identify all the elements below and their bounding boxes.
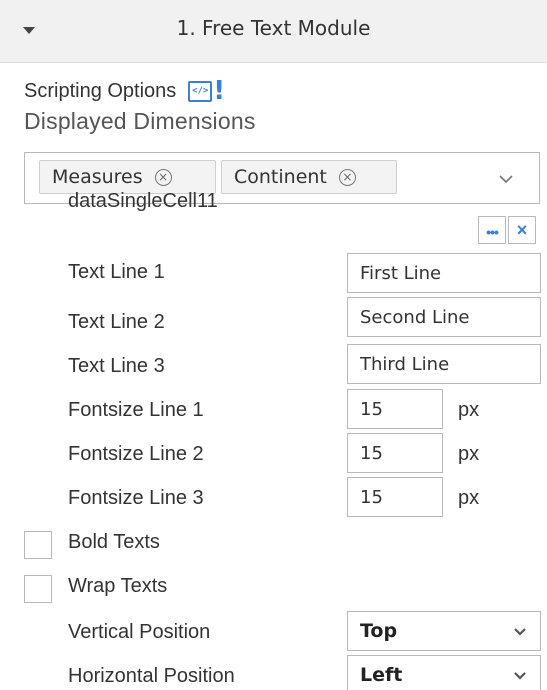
- text-line-2-label: Text Line 2: [68, 311, 165, 333]
- displayed-dimensions-title: Displayed Dimensions: [24, 108, 256, 134]
- fontsize-line-1-label: Fontsize Line 1: [68, 399, 204, 421]
- token-measures: Measures ×: [39, 160, 216, 194]
- text-line-2-input[interactable]: [347, 297, 541, 337]
- remove-token-icon[interactable]: ×: [154, 168, 172, 186]
- fontsize-line-1-unit: px: [458, 399, 480, 421]
- chevron-down-icon: [512, 624, 528, 640]
- properties-panel: 1. Free Text Module Scripting Options </…: [0, 0, 547, 690]
- scripting-options-label: Scripting Options: [24, 79, 177, 102]
- code-glyph: </>: [188, 81, 213, 102]
- text-line-3-input[interactable]: [347, 344, 541, 384]
- text-line-3-label: Text Line 3: [68, 355, 165, 377]
- horizontal-position-select[interactable]: Left: [347, 655, 541, 690]
- vertical-position-select[interactable]: Top: [347, 611, 541, 651]
- module-title: 1. Free Text Module: [176, 16, 371, 40]
- token-label: Continent: [234, 166, 327, 188]
- fontsize-line-1-input[interactable]: [347, 389, 443, 429]
- module-header[interactable]: 1. Free Text Module: [0, 0, 547, 63]
- chevron-down-icon: [512, 668, 528, 684]
- fontsize-line-3-unit: px: [458, 487, 480, 509]
- fontsize-line-2-label: Fontsize Line 2: [68, 443, 204, 465]
- text-line-1-label: Text Line 1: [68, 261, 165, 283]
- horizontal-position-value: Left: [360, 664, 403, 686]
- alert-mark: !: [213, 76, 226, 106]
- bold-texts-checkbox[interactable]: [24, 531, 52, 559]
- ellipsis-icon: •••: [486, 224, 499, 240]
- text-line-1-input[interactable]: [347, 253, 541, 293]
- fontsize-line-3-label: Fontsize Line 3: [68, 487, 204, 509]
- more-options-button[interactable]: •••: [478, 216, 506, 244]
- bold-texts-label: Bold Texts: [68, 531, 160, 553]
- token-label: Measures: [52, 166, 143, 188]
- clear-cell-button[interactable]: ×: [508, 216, 536, 244]
- chevron-down-icon[interactable]: [495, 168, 517, 190]
- fontsize-line-2-input[interactable]: [347, 433, 443, 473]
- wrap-texts-checkbox[interactable]: [24, 575, 52, 603]
- vertical-position-label: Vertical Position: [68, 621, 211, 643]
- fontsize-line-2-unit: px: [458, 443, 480, 465]
- fontsize-line-3-input[interactable]: [347, 477, 443, 517]
- horizontal-position-label: Horizontal Position: [68, 665, 235, 687]
- cell-id-label: dataSingleCell11: [68, 190, 218, 212]
- vertical-position-value: Top: [360, 620, 398, 642]
- token-continent: Continent ×: [221, 160, 397, 194]
- scripting-options-row: Scripting Options </> !: [24, 76, 225, 106]
- close-icon: ×: [516, 220, 528, 240]
- script-alert-icon[interactable]: </> !: [188, 76, 226, 106]
- wrap-texts-label: Wrap Texts: [68, 575, 168, 597]
- remove-token-icon[interactable]: ×: [338, 168, 356, 186]
